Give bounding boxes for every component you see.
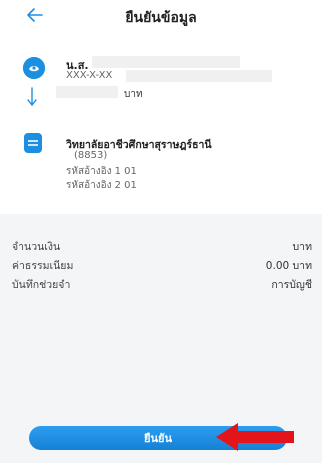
bank-logo-icon bbox=[23, 57, 45, 79]
page-title: ยืนยันข้อมูล bbox=[125, 10, 197, 26]
reference-1: รหัสอ้างอิง 1 01 bbox=[66, 166, 137, 177]
amount-unit: บาท bbox=[124, 89, 143, 100]
memo-label: บันทึกช่วยจำ bbox=[12, 279, 71, 291]
sender-account-number: XXX-X-XX bbox=[66, 70, 113, 81]
redacted-account-digits bbox=[126, 70, 272, 82]
redacted-sender-name bbox=[92, 56, 240, 68]
memo-value: การบัญชี bbox=[271, 279, 312, 291]
redacted-amount bbox=[56, 86, 118, 98]
amount-value: บาท bbox=[292, 241, 312, 253]
reference-2: รหัสอ้างอิง 2 01 bbox=[66, 180, 137, 191]
annotation-arrow-icon bbox=[216, 423, 294, 451]
transfer-direction-icon bbox=[27, 86, 37, 112]
receiver-code: (8853) bbox=[74, 150, 108, 161]
amount-label: จำนวนเงิน bbox=[12, 241, 61, 253]
biller-document-icon bbox=[24, 133, 42, 153]
fee-label: ค่าธรรมเนียม bbox=[12, 260, 74, 272]
top-bar: ยืนยันข้อมูล bbox=[0, 0, 322, 34]
fee-value: 0.00 บาท bbox=[265, 260, 312, 272]
